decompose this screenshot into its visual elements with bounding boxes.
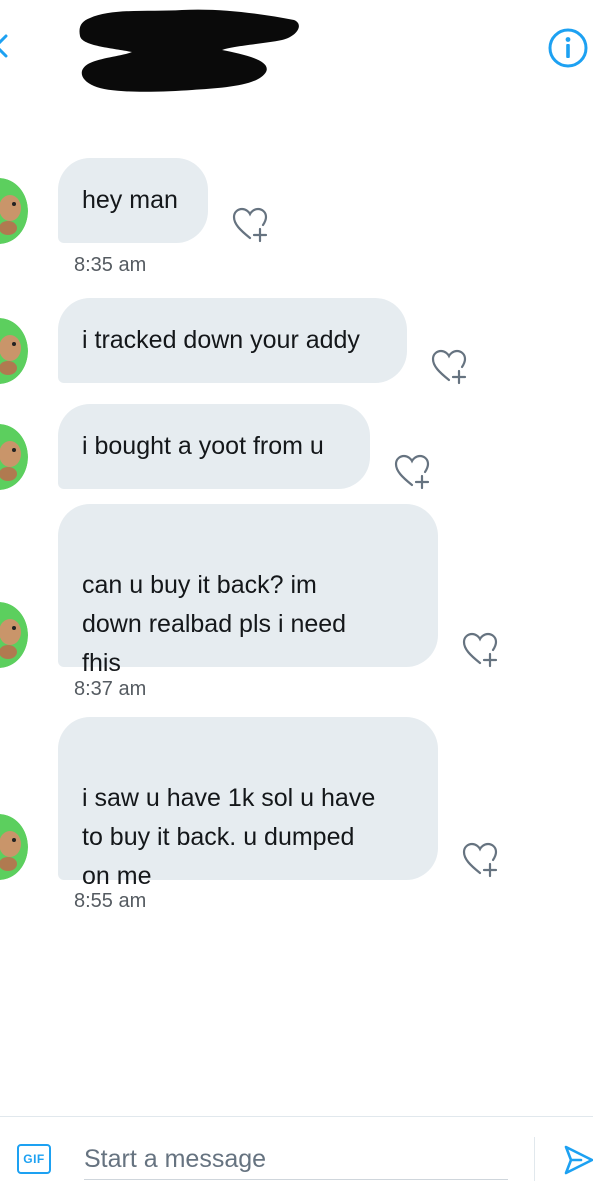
composer-divider <box>534 1137 535 1181</box>
send-icon[interactable] <box>563 1143 593 1177</box>
message-bubble[interactable]: hey man <box>58 158 208 243</box>
input-underline <box>84 1179 508 1180</box>
message-text: i tracked down your addy <box>82 326 360 354</box>
gif-button[interactable]: GIF <box>17 1144 51 1174</box>
dm-conversation-screen: hey man 8:35 am i tracked down your addy… <box>0 0 593 1200</box>
message-text: hey man <box>82 186 178 214</box>
avatar[interactable] <box>0 178 28 244</box>
heart-plus-icon[interactable] <box>460 630 500 670</box>
heart-plus-icon[interactable] <box>429 347 469 387</box>
info-icon[interactable] <box>547 27 589 69</box>
back-arrow-icon[interactable] <box>0 34 8 58</box>
message-composer: GIF <box>0 1116 593 1200</box>
message-timestamp: 8:55 am <box>74 890 147 912</box>
heart-plus-icon[interactable] <box>230 205 270 245</box>
message-text: i saw u have 1k sol u have to buy it bac… <box>82 784 376 890</box>
heart-plus-icon[interactable] <box>460 840 500 880</box>
message-bubble[interactable]: i bought a yoot from u <box>58 404 370 489</box>
avatar[interactable] <box>0 602 28 668</box>
message-bubble[interactable]: i tracked down your addy <box>58 298 407 383</box>
message-text: can u buy it back? im down realbad pls i… <box>82 571 347 677</box>
heart-plus-icon[interactable] <box>392 452 432 492</box>
redacted-username <box>79 9 299 92</box>
message-timestamp: 8:35 am <box>74 254 147 276</box>
message-timestamp: 8:37 am <box>74 678 147 700</box>
message-text: i bought a yoot from u <box>82 432 324 460</box>
message-bubble[interactable]: i saw u have 1k sol u have to buy it bac… <box>58 717 438 890</box>
message-bubble[interactable]: can u buy it back? im down realbad pls i… <box>58 504 438 677</box>
avatar[interactable] <box>0 814 28 880</box>
avatar[interactable] <box>0 424 28 490</box>
conversation-header <box>0 0 593 110</box>
avatar[interactable] <box>0 318 28 384</box>
